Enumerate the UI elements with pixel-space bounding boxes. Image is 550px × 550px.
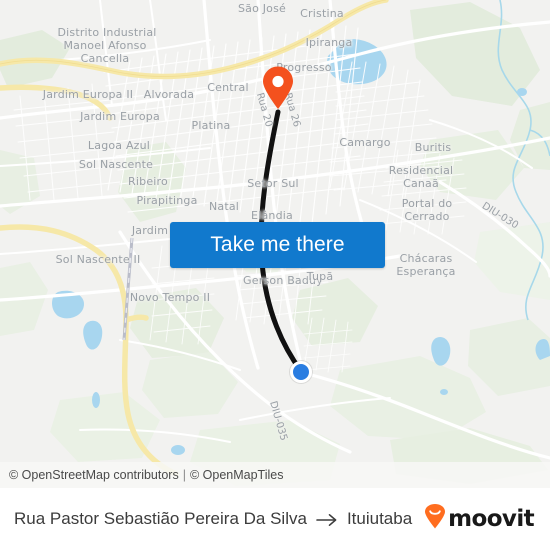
- map-attribution: © OpenStreetMap contributors | © OpenMap…: [0, 462, 550, 488]
- destination-dot[interactable]: [290, 361, 312, 383]
- route-summary: Rua Pastor Sebastião Pereira Da Silva It…: [0, 509, 424, 529]
- moovit-pin-smile-icon: [424, 504, 446, 534]
- take-me-there-button[interactable]: Take me there: [170, 222, 385, 268]
- moovit-route-card: São José Cristina Distrito Industrial Manoe…: [0, 0, 550, 550]
- origin-pin[interactable]: [262, 66, 294, 110]
- moovit-wordmark: moovit: [448, 506, 534, 532]
- arrow-right-icon: [316, 512, 338, 526]
- route-origin-label: Rua Pastor Sebastião Pereira Da Silva: [14, 509, 307, 528]
- attribution-separator: |: [182, 467, 186, 482]
- attribution-osm[interactable]: © OpenStreetMap contributors: [9, 469, 179, 482]
- moovit-logo[interactable]: moovit: [424, 504, 550, 534]
- route-destination-label: Ituiutaba: [346, 509, 413, 528]
- route-footer: Rua Pastor Sebastião Pereira Da Silva It…: [0, 488, 550, 550]
- attribution-tiles[interactable]: © OpenMapTiles: [190, 469, 284, 482]
- map-canvas[interactable]: São José Cristina Distrito Industrial Manoe…: [0, 0, 550, 488]
